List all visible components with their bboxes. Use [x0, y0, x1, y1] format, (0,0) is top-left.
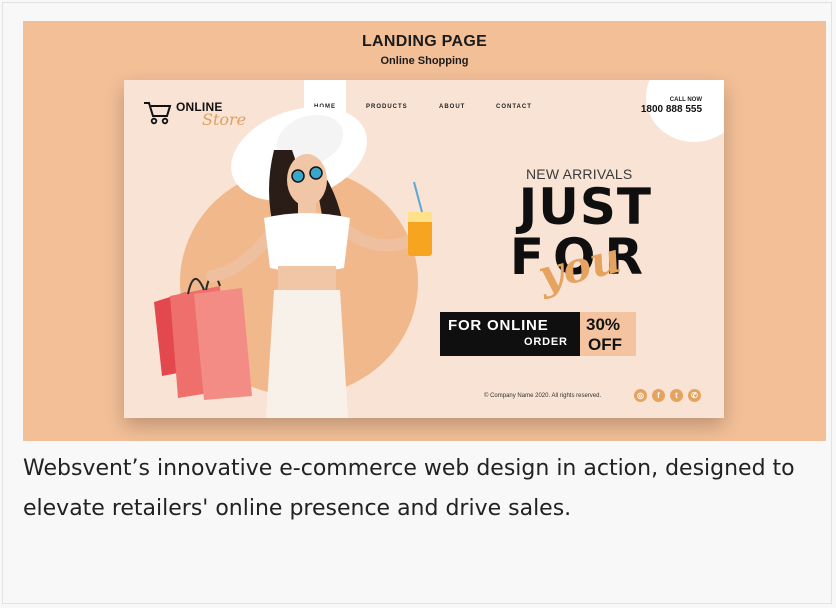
discount-percent: 30% — [586, 315, 621, 334]
discount-off: OFF — [588, 335, 622, 354]
offer-text-line2: ORDER — [524, 336, 568, 348]
hero-title: LANDING PAGE — [361, 33, 488, 50]
facebook-icon[interactable]: f — [652, 389, 665, 402]
instagram-icon[interactable]: ◎ — [634, 389, 647, 402]
image-card: LANDING PAGE Online Shopping ONLINE Stor… — [2, 2, 832, 604]
image-caption: Websvent’s innovative e-commerce web des… — [23, 456, 795, 521]
landing-page-mockup: ONLINE Store HOME PRODUCTS ABOUT CONTACT… — [124, 80, 724, 418]
hero-banner: LANDING PAGE Online Shopping ONLINE Stor… — [23, 21, 826, 441]
twitter-icon[interactable]: t — [670, 389, 683, 402]
copyright-text: © Company Name 2020. All rights reserved… — [484, 393, 602, 399]
offer-text-line1: FOR ONLINE — [448, 317, 549, 334]
whatsapp-icon[interactable]: ✆ — [688, 389, 701, 402]
hero-subtitle: Online Shopping — [380, 55, 469, 67]
